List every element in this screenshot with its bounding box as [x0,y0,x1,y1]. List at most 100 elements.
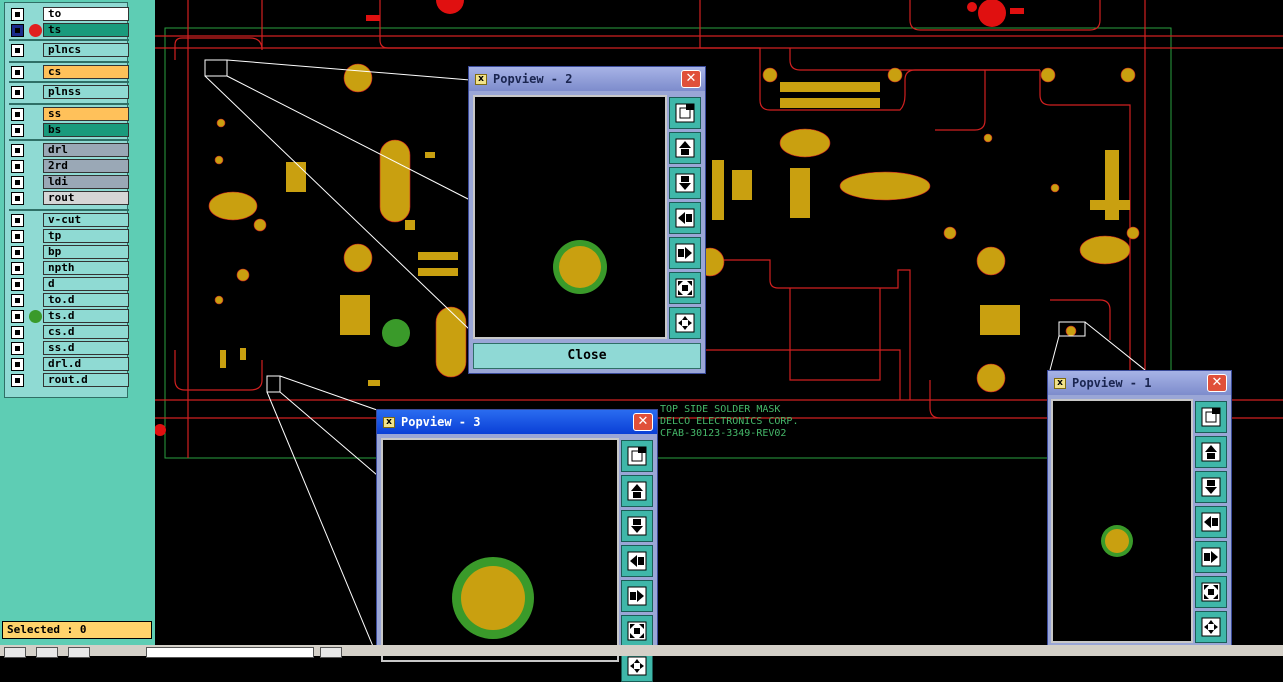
zoom-fit-button[interactable] [621,440,653,472]
layer-row[interactable]: npth [7,261,129,276]
pan-down-button[interactable] [621,510,653,542]
close-icon[interactable]: ✕ [1207,374,1227,392]
layer-row[interactable]: ss.d [7,341,129,356]
layer-checkbox[interactable] [11,246,24,259]
popview-1-window[interactable]: x Popview - 1 ✕ [1047,370,1232,656]
zoom-in-button[interactable] [669,272,701,304]
layer-checkbox[interactable] [11,44,24,57]
layer-row[interactable]: 2rd [7,159,129,174]
layer-name-ts[interactable]: ts [43,23,129,37]
layer-row[interactable]: rout [7,191,129,206]
layer-checkbox[interactable] [11,144,24,157]
popview-1-titlebar[interactable]: x Popview - 1 ✕ [1048,371,1231,395]
layer-row[interactable]: plncs [7,43,129,58]
popview-3-view[interactable] [381,438,619,662]
zoom-in-button[interactable] [621,615,653,647]
layer-checkbox[interactable] [11,326,24,339]
layer-row[interactable]: ts.d [7,309,129,324]
layer-checkbox[interactable] [11,176,24,189]
zoom-fit-button[interactable] [669,97,701,129]
bottom-tool-button[interactable] [320,647,342,658]
popview-3-window[interactable]: x Popview - 3 ✕ [376,409,658,682]
layer-name-rout-d[interactable]: rout.d [43,373,129,387]
layer-name-v-cut[interactable]: v-cut [43,213,129,227]
pan-right-button[interactable] [669,237,701,269]
layer-name-rout[interactable]: rout [43,191,129,205]
layer-checkbox[interactable] [11,86,24,99]
layer-checkbox[interactable] [11,24,24,37]
layer-row[interactable]: to [7,7,129,22]
pan-right-button[interactable] [1195,541,1227,573]
pan-down-button[interactable] [1195,471,1227,503]
layer-row[interactable]: rout.d [7,373,129,388]
layer-name-ss-d[interactable]: ss.d [43,341,129,355]
pan-up-button[interactable] [1195,436,1227,468]
layer-checkbox[interactable] [11,230,24,243]
layer-row[interactable]: plnss [7,85,129,100]
layer-checkbox[interactable] [11,262,24,275]
layer-name-ss[interactable]: ss [43,107,129,121]
popview-2-titlebar[interactable]: x Popview - 2 ✕ [469,67,705,91]
layer-row[interactable]: ss [7,107,129,122]
bottom-tool-button[interactable] [4,647,26,658]
zoom-in-button[interactable] [1195,576,1227,608]
layer-checkbox[interactable] [11,278,24,291]
layer-name-cs[interactable]: cs [43,65,129,79]
layer-checkbox[interactable] [11,358,24,371]
layer-checkbox[interactable] [11,214,24,227]
layer-checkbox[interactable] [11,374,24,387]
layer-checkbox[interactable] [11,8,24,21]
pan-left-button[interactable] [621,545,653,577]
layer-name-d[interactable]: d [43,277,129,291]
layer-name-plncs[interactable]: plncs [43,43,129,57]
layer-name-drl-d[interactable]: drl.d [43,357,129,371]
pan-up-button[interactable] [669,132,701,164]
layer-name-ldi[interactable]: ldi [43,175,129,189]
pan-up-button[interactable] [621,475,653,507]
layer-checkbox[interactable] [11,294,24,307]
layer-checkbox[interactable] [11,124,24,137]
layer-name-bs[interactable]: bs [43,123,129,137]
pan-left-button[interactable] [669,202,701,234]
layer-name-npth[interactable]: npth [43,261,129,275]
layer-row[interactable]: drl.d [7,357,129,372]
layer-row[interactable]: bs [7,123,129,138]
popview-2-close-button[interactable]: Close [473,343,701,369]
layer-name-to[interactable]: to [43,7,129,21]
zoom-out-button[interactable] [1195,611,1227,643]
layer-row[interactable]: v-cut [7,213,129,228]
pan-down-button[interactable] [669,167,701,199]
layer-checkbox[interactable] [11,310,24,323]
layer-row[interactable]: bp [7,245,129,260]
layer-row[interactable]: cs [7,65,129,80]
layer-checkbox[interactable] [11,160,24,173]
layer-row[interactable]: ts [7,23,129,38]
layer-checkbox[interactable] [11,342,24,355]
zoom-out-button[interactable] [669,307,701,339]
popview-1-view[interactable] [1051,399,1193,643]
command-input[interactable] [146,647,314,658]
layer-name-plnss[interactable]: plnss [43,85,129,99]
layer-name-cs-d[interactable]: cs.d [43,325,129,339]
layer-name-bp[interactable]: bp [43,245,129,259]
layer-row[interactable]: cs.d [7,325,129,340]
zoom-fit-button[interactable] [1195,401,1227,433]
bottom-tool-button[interactable] [68,647,90,658]
layer-row[interactable]: tp [7,229,129,244]
layer-row[interactable]: drl [7,143,129,158]
pan-right-button[interactable] [621,580,653,612]
layer-checkbox[interactable] [11,66,24,79]
layer-name-drl[interactable]: drl [43,143,129,157]
popview-3-titlebar[interactable]: x Popview - 3 ✕ [377,410,657,434]
close-icon[interactable]: ✕ [681,70,701,88]
pan-left-button[interactable] [1195,506,1227,538]
layer-row[interactable]: d [7,277,129,292]
popview-2-view[interactable] [473,95,667,339]
layer-row[interactable]: to.d [7,293,129,308]
layer-name-to-d[interactable]: to.d [43,293,129,307]
layer-name-2rd[interactable]: 2rd [43,159,129,173]
layer-checkbox[interactable] [11,192,24,205]
popview-2-window[interactable]: x Popview - 2 ✕ Close [468,66,706,374]
bottom-tool-button[interactable] [36,647,58,658]
layer-row[interactable]: ldi [7,175,129,190]
